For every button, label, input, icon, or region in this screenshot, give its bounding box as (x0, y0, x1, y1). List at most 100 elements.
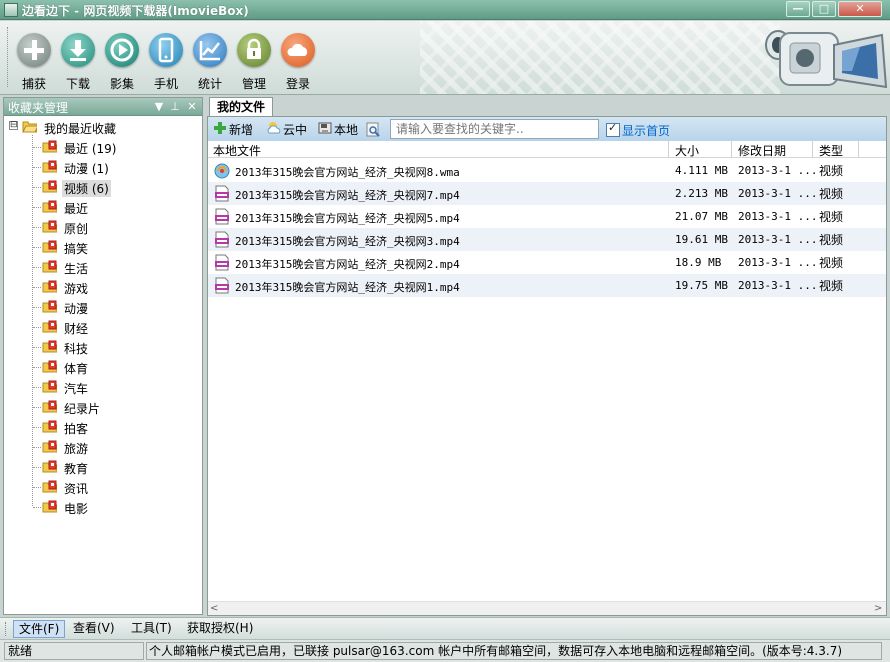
toolbar-grip[interactable] (7, 27, 10, 87)
cloud-icon (281, 33, 315, 67)
folder-icon (42, 480, 57, 493)
tree-item-label: 视频 (6) (62, 180, 111, 197)
manage-label: 管理 (241, 77, 266, 91)
download-button[interactable]: 下载 (57, 30, 99, 94)
menu-tools[interactable]: 工具(T) (126, 620, 177, 638)
folder-icon (42, 200, 57, 213)
status-bar: 就绪 个人邮箱帐户模式已启用，已联接 pulsar@163.com 帐户中所有邮… (0, 639, 890, 662)
manage-button[interactable]: 管理 (233, 30, 275, 94)
toolbar-decoration (420, 21, 780, 94)
show-home-label: 显示首页 (622, 124, 671, 138)
favorites-panel-header: 收藏夹管理 ▼ ⊥ ✕ (4, 98, 202, 116)
tree-item-label: 原创 (64, 222, 89, 236)
tree-item-label: 资讯 (64, 482, 89, 496)
file-list-header: 本地文件 大小 修改日期 类型 (208, 141, 886, 158)
stats-button[interactable]: 统计 (189, 30, 231, 94)
menu-file[interactable]: 文件(F) (13, 620, 66, 638)
horizontal-scrollbar[interactable]: < > (208, 601, 886, 615)
files-content: 新增 云中 本地 显示首页 本地文件 大小 修改日期 类型 (207, 116, 887, 616)
column-divider[interactable] (812, 141, 813, 157)
tree-line (32, 135, 33, 506)
file-date: 2013-3-1 ... (738, 210, 818, 223)
tree-item-label: 生活 (64, 262, 89, 276)
file-row[interactable]: 2013年315晚会官方网站_经济_央视网8.wma 4.111 MB 2013-3… (208, 159, 886, 182)
file-name: 2013年315晚会官方网站_经济_央视网7.mp4 (235, 189, 460, 202)
cloud-sun-icon (267, 122, 281, 134)
folder-icon (42, 460, 57, 473)
panel-dropdown-icon[interactable]: ▼ (152, 99, 166, 114)
scroll-right-icon[interactable]: > (874, 603, 882, 614)
file-date: 2013-3-1 ... (738, 256, 818, 269)
folder-icon (42, 420, 57, 433)
tree-line (33, 347, 41, 348)
close-button[interactable]: ✕ (838, 1, 882, 17)
column-type[interactable]: 类型 (819, 142, 843, 159)
login-button[interactable]: 登录 (277, 30, 319, 94)
album-button[interactable]: 影集 (101, 30, 143, 94)
cloud-label: 云中 (283, 123, 308, 137)
favorites-panel-title: 收藏夹管理 (8, 101, 69, 115)
column-modified[interactable]: 修改日期 (738, 142, 786, 159)
column-file[interactable]: 本地文件 (213, 142, 261, 159)
file-row[interactable]: 2013年315晚会官方网站_经济_央视网7.mp4 2.213 MB 2013-3… (208, 182, 886, 205)
panel-close-icon[interactable]: ✕ (185, 99, 199, 114)
add-label: 新增 (229, 123, 254, 137)
column-divider[interactable] (858, 141, 859, 157)
download-icon (61, 33, 95, 67)
folder-icon (42, 320, 57, 333)
bottom-menu-bar: 文件(F) 查看(V) 工具(T) 获取授权(H) (0, 617, 890, 639)
phone-button[interactable]: 手机 (145, 30, 187, 94)
search-input[interactable] (390, 119, 599, 139)
file-date: 2013-3-1 ... (738, 279, 818, 292)
file-row[interactable]: 2013年315晚会官方网站_经济_央视网2.mp4 18.9 MB 2013-3-… (208, 251, 886, 274)
chart-icon (193, 33, 227, 67)
minimize-button[interactable]: — (786, 1, 810, 17)
menu-grip[interactable] (5, 622, 8, 636)
menu-view[interactable]: 查看(V) (68, 620, 120, 638)
tab-my-files[interactable]: 我的文件 (209, 97, 273, 117)
folder-icon (42, 360, 57, 373)
tree-item-label: 搞笑 (64, 242, 89, 256)
file-type: 视频 (819, 187, 844, 201)
tree-item-label: 纪录片 (64, 402, 101, 416)
tree-item-label: 汽车 (64, 382, 89, 396)
local-label: 本地 (334, 123, 359, 137)
checkbox-checked-icon[interactable] (606, 121, 620, 137)
column-size[interactable]: 大小 (675, 142, 699, 159)
maximize-button[interactable]: □ (812, 1, 836, 17)
tree-collapse-icon[interactable]: ⊟ (9, 121, 18, 130)
column-divider[interactable] (668, 141, 669, 157)
tree-line (33, 327, 41, 328)
file-name: 2013年315晚会官方网站_经济_央视网1.mp4 (235, 281, 460, 294)
tree-item-label: 体育 (64, 362, 89, 376)
tree-item-label: 动漫 (64, 302, 89, 316)
tree-item-label: 电影 (64, 502, 89, 516)
tree-line (33, 247, 41, 248)
video-file-icon (215, 254, 229, 271)
folder-icon (42, 380, 57, 393)
tree-item-label: 旅游 (64, 442, 89, 456)
files-panel: 我的文件 新增 云中 本地 显示首页 本地文件 (207, 96, 887, 616)
capture-button[interactable]: 捕获 (13, 30, 55, 94)
file-type: 视频 (819, 164, 844, 178)
file-row[interactable]: 2013年315晚会官方网站_经济_央视网1.mp4 19.75 MB 2013-3… (208, 274, 886, 297)
file-row[interactable]: 2013年315晚会官方网站_经济_央视网5.mp4 21.07 MB 2013-3… (208, 205, 886, 228)
search-page-icon[interactable] (366, 122, 381, 137)
panel-pin-icon[interactable]: ⊥ (168, 99, 182, 114)
folder-icon (42, 280, 57, 293)
tree-item-label: 财经 (64, 322, 89, 336)
title-bar[interactable]: 边看边下 - 网页视频下载器(ImovieBox) — □ ✕ (0, 0, 890, 20)
tree-root-label: 我的最近收藏 (44, 122, 117, 136)
folder-icon (42, 260, 57, 273)
capture-label: 捕获 (21, 77, 46, 91)
file-type: 视频 (819, 256, 844, 270)
column-divider[interactable] (731, 141, 732, 157)
tree-line (33, 447, 41, 448)
scroll-left-icon[interactable]: < (210, 603, 218, 614)
menu-get-license[interactable]: 获取授权(H) (182, 620, 258, 638)
file-row[interactable]: 2013年315晚会官方网站_经济_央视网3.mp4 19.61 MB 2013-3… (208, 228, 886, 251)
folder-icon (42, 440, 57, 453)
download-label: 下载 (65, 77, 90, 91)
tree-item-label: 科技 (64, 342, 89, 356)
folder-icon (42, 180, 57, 193)
